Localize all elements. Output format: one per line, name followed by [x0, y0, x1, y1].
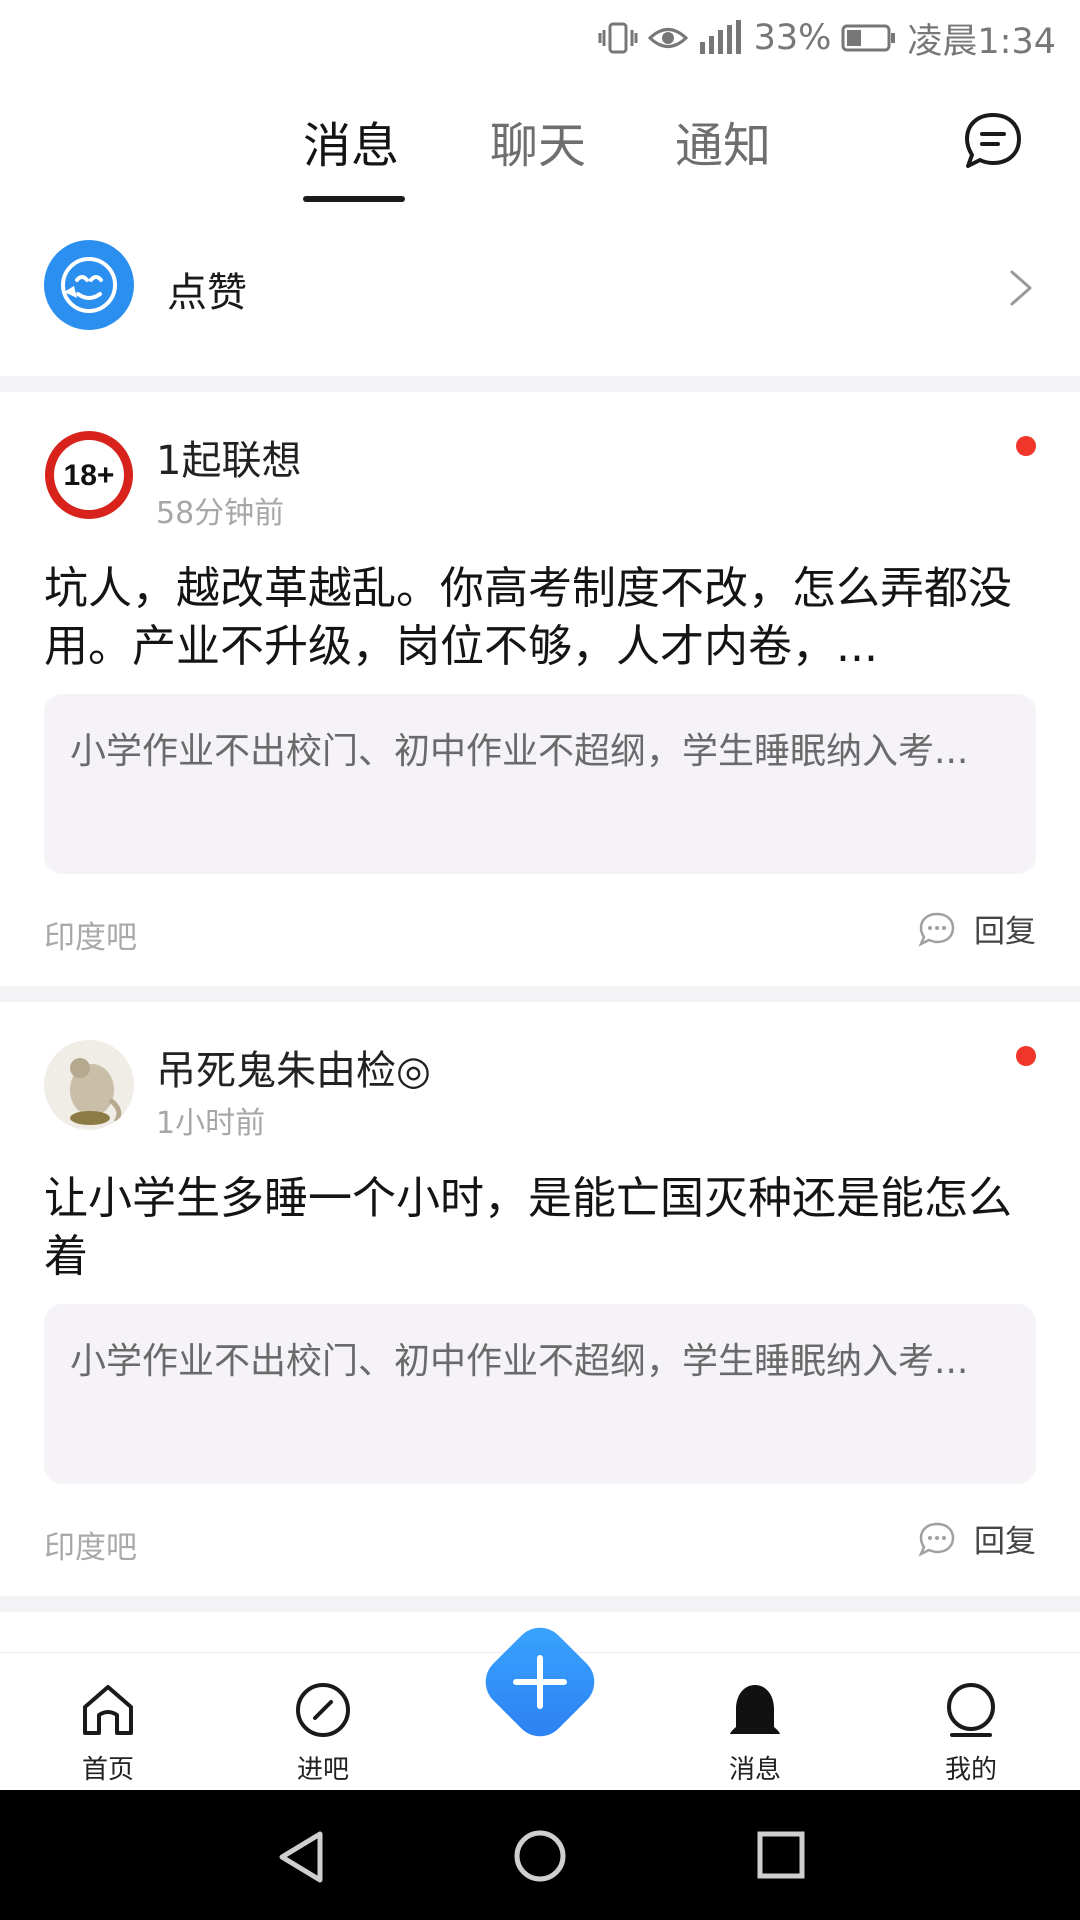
header: 消息 聊天 通知 — [0, 76, 1080, 216]
nav-messages[interactable]: 消息 — [690, 1653, 820, 1791]
home-icon — [83, 1685, 133, 1735]
forum-name[interactable]: 印度吧 — [44, 912, 137, 957]
bell-icon — [730, 1685, 780, 1734]
chevron-right-icon — [1010, 270, 1032, 306]
home-circle-icon[interactable] — [512, 1828, 568, 1884]
post-card[interactable]: 吊死鬼朱由检◎ 1小时前 让小学生多睡一个小时，是能亡国灭种还是能怎么着 小学作… — [0, 1002, 1080, 1596]
likes-row[interactable]: 点赞 — [0, 216, 1080, 376]
reply-label: 回复 — [974, 914, 1036, 950]
comment-icon — [918, 912, 955, 947]
post-content[interactable]: 让小学生多睡一个小时，是能亡国灭种还是能怎么着 — [44, 1170, 1034, 1286]
plus-icon — [485, 1627, 595, 1737]
quoted-text: 小学作业不出校门、初中作业不超纲，学生睡眠纳入考... — [70, 731, 969, 772]
quoted-post[interactable]: 小学作业不出校门、初中作业不超纲，学生睡眠纳入考... — [44, 694, 1036, 874]
nav-profile[interactable]: 我的 — [906, 1653, 1036, 1791]
tab-chat[interactable]: 聊天 — [490, 106, 586, 176]
message-icon — [965, 113, 1021, 168]
post-author[interactable]: 1起联想 — [156, 428, 301, 486]
unread-dot — [1016, 1046, 1036, 1066]
like-icon — [44, 240, 134, 330]
svg-text:18+: 18+ — [64, 459, 115, 492]
nav-forums[interactable]: 进吧 — [258, 1653, 388, 1791]
post-time: 1小时前 — [156, 1106, 266, 1141]
reply-label: 回复 — [974, 1524, 1036, 1560]
eye-icon — [647, 23, 688, 53]
system-nav-bar — [0, 1790, 1080, 1920]
forum-name[interactable]: 印度吧 — [44, 1522, 137, 1567]
clock: 凌晨1:34 — [907, 21, 1056, 62]
tab-messages[interactable]: 消息 — [303, 106, 399, 176]
likes-label: 点赞 — [167, 270, 247, 316]
nav-home[interactable]: 首页 — [43, 1653, 173, 1791]
section-divider — [0, 986, 1080, 1002]
status-icons: 33% 凌晨1:34 — [598, 14, 1056, 62]
nav-home-label: 首页 — [81, 1755, 134, 1785]
avatar[interactable]: 18+ — [44, 430, 134, 520]
unread-dot — [1016, 436, 1036, 456]
compass-icon — [296, 1683, 350, 1737]
nav-forums-label: 进吧 — [296, 1755, 349, 1785]
battery-icon — [841, 23, 897, 53]
signal-icon — [698, 20, 744, 56]
new-message-button[interactable] — [962, 110, 1024, 172]
post-time: 58分钟前 — [156, 496, 285, 531]
post-author[interactable]: 吊死鬼朱由检◎ — [156, 1038, 431, 1096]
create-post-button[interactable] — [470, 1612, 610, 1752]
reply-button[interactable]: 回复 — [918, 906, 1036, 951]
post-card[interactable]: 18+ 1起联想 58分钟前 坑人，越改革越乱。你高考制度不改，怎么弄都没用。产… — [0, 392, 1080, 986]
tab-notifications[interactable]: 通知 — [675, 106, 771, 176]
status-bar: 33% 凌晨1:34 — [0, 0, 1080, 76]
reply-button[interactable]: 回复 — [918, 1516, 1036, 1561]
avatar[interactable] — [44, 1040, 134, 1130]
section-divider — [0, 376, 1080, 392]
nav-messages-label: 消息 — [728, 1755, 781, 1785]
section-divider — [0, 1596, 1080, 1612]
nav-profile-label: 我的 — [944, 1755, 997, 1785]
recents-icon[interactable] — [756, 1830, 806, 1880]
profile-icon — [947, 1683, 995, 1737]
quoted-text: 小学作业不出校门、初中作业不超纲，学生睡眠纳入考... — [70, 1341, 969, 1382]
battery-percent: 33% — [753, 18, 832, 58]
quoted-post[interactable]: 小学作业不出校门、初中作业不超纲，学生睡眠纳入考... — [44, 1304, 1036, 1484]
back-icon[interactable] — [276, 1830, 326, 1884]
comment-icon — [918, 1522, 955, 1557]
vibrate-icon — [598, 21, 638, 55]
post-content[interactable]: 坑人，越改革越乱。你高考制度不改，怎么弄都没用。产业不升级，岗位不够，人才内卷，… — [44, 560, 1034, 676]
active-tab-indicator — [303, 196, 405, 202]
